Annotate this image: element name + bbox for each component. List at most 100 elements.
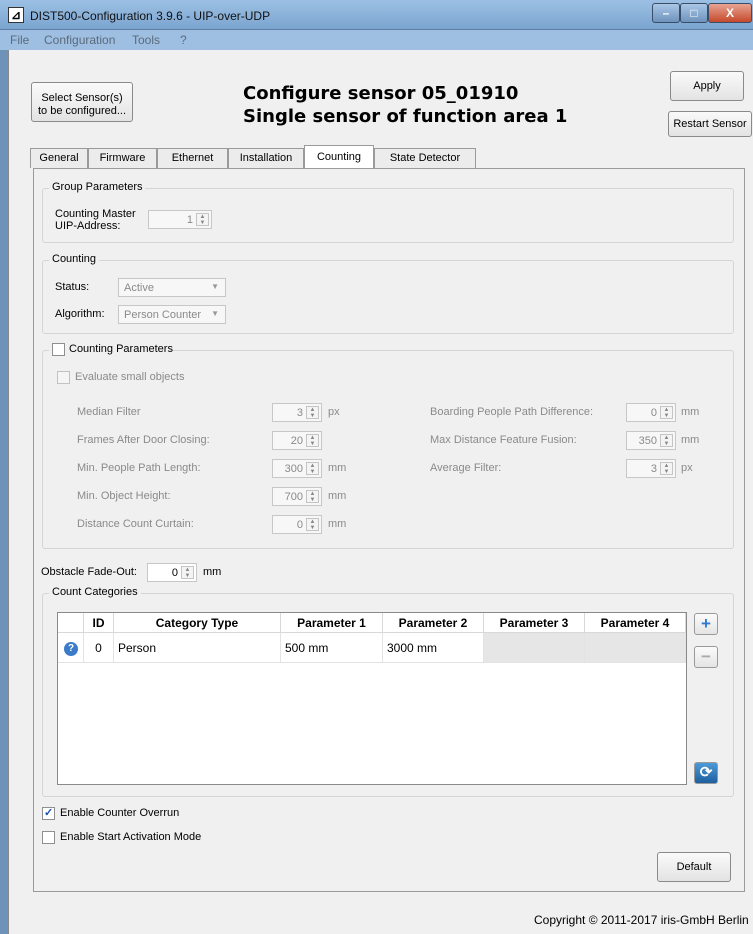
median-filter-label: Median Filter [77,406,141,418]
spin-arrows-icon[interactable]: ▲ ▼ [306,434,319,447]
evaluate-small-checkbox[interactable] [57,371,70,384]
obstacle-value: 0 [171,567,178,579]
distance-curtain-value: 0 [296,519,303,531]
spin-arrows-icon[interactable]: ▲ ▼ [306,462,319,475]
counter-overrun-label: Enable Counter Overrun [60,807,180,819]
min-height-unit: mm [328,490,347,502]
row-info-cell[interactable]: ? [58,633,84,663]
spin-arrows-icon[interactable]: ▲ ▼ [660,406,673,419]
table-header-category-type[interactable]: Category Type [114,613,281,633]
select-sensor-label-2: to be configured... [37,105,127,117]
spin-arrows-icon[interactable]: ▲ ▼ [181,566,194,579]
algorithm-select[interactable]: Person Counter ▼ [118,305,226,324]
default-button[interactable]: Default [657,852,731,882]
menu-help[interactable]: ? [180,33,187,47]
average-filter-spinbox[interactable]: 3 ▲ ▼ [626,459,676,478]
median-filter-value: 3 [296,407,303,419]
spin-arrows-icon[interactable]: ▲ ▼ [660,462,673,475]
spin-arrows-icon[interactable]: ▲ ▼ [306,518,319,531]
average-filter-value: 3 [650,463,657,475]
refresh-button[interactable]: ⟳ [694,762,718,784]
info-icon[interactable]: ? [64,641,78,656]
frames-after-value: 20 [290,435,303,447]
tab-installation[interactable]: Installation [228,148,304,168]
row-type-cell[interactable]: Person [114,633,281,663]
application-window: ⊿ DIST500-Configuration 3.9.6 - UIP-over… [0,0,753,934]
maximize-button[interactable]: □ [680,3,708,23]
menu-configuration[interactable]: Configuration [44,33,115,47]
row-id-cell[interactable]: 0 [84,633,114,663]
min-path-label: Min. People Path Length: [77,462,201,474]
distance-curtain-label: Distance Count Curtain: [77,518,194,530]
min-path-value: 300 [284,463,303,475]
status-select[interactable]: Active ▼ [118,278,226,297]
table-header-parameter-2[interactable]: Parameter 2 [383,613,484,633]
boarding-diff-label: Boarding People Path Difference: [430,406,594,418]
tab-general[interactable]: General [30,148,88,168]
master-address-spinbox[interactable]: 1 ▲ ▼ [148,210,212,229]
tab-firmware[interactable]: Firmware [88,148,157,168]
algorithm-value: Person Counter [124,309,202,321]
min-height-spinbox[interactable]: 700 ▲ ▼ [272,487,322,506]
obstacle-spinbox[interactable]: 0 ▲ ▼ [147,563,197,582]
remove-category-button[interactable]: − [694,646,718,668]
counting-title: Counting [49,253,100,265]
counting-params-title: Counting Parameters [69,343,173,355]
table-header-parameter-3[interactable]: Parameter 3 [484,613,585,633]
boarding-diff-spinbox[interactable]: 0 ▲ ▼ [626,403,676,422]
minimize-button[interactable]: – [652,3,680,23]
average-filter-unit: px [681,462,693,474]
row-param1-cell[interactable]: 500 mm [281,633,383,663]
max-distance-spinbox[interactable]: 350 ▲ ▼ [626,431,676,450]
row-param3-cell[interactable] [484,633,585,663]
boarding-diff-value: 0 [650,407,657,419]
median-filter-spinbox[interactable]: 3 ▲ ▼ [272,403,322,422]
select-sensor-label-1: Select Sensor(s) [41,92,123,104]
group-parameters-box [42,188,734,243]
table-header-parameter-1[interactable]: Parameter 1 [281,613,383,633]
add-category-button[interactable]: + [694,613,718,635]
title-bar[interactable]: ⊿ DIST500-Configuration 3.9.6 - UIP-over… [0,0,753,30]
obstacle-label: Obstacle Fade-Out: [41,566,137,578]
spin-arrows-icon[interactable]: ▲ ▼ [306,406,319,419]
row-param4-cell[interactable] [585,633,686,663]
select-sensor-button[interactable]: Select Sensor(s) to be configured... [31,82,133,122]
average-filter-label: Average Filter: [430,462,502,474]
table-header-parameter-4[interactable]: Parameter 4 [585,613,686,633]
frames-after-label: Frames After Door Closing: [77,434,210,446]
menu-file[interactable]: File [10,33,29,47]
counting-params-checkbox[interactable] [52,343,65,356]
apply-button[interactable]: Apply [670,71,744,101]
tab-state-detector[interactable]: State Detector [374,148,476,168]
close-button[interactable]: X [708,3,752,23]
algorithm-label: Algorithm: [55,308,105,320]
restart-sensor-button[interactable]: Restart Sensor [668,111,752,137]
frames-after-spinbox[interactable]: 20 ▲ ▼ [272,431,322,450]
max-distance-label: Max Distance Feature Fusion: [430,434,577,446]
max-distance-unit: mm [681,434,700,446]
min-path-spinbox[interactable]: 300 ▲ ▼ [272,459,322,478]
start-activation-checkbox[interactable] [42,831,55,844]
min-path-unit: mm [328,462,347,474]
page-title: Configure sensor 05_01910 [243,83,519,104]
window-title: DIST500-Configuration 3.9.6 - UIP-over-U… [30,9,271,23]
plus-icon: + [701,614,711,633]
status-label: Status: [55,281,90,293]
table-header-id[interactable]: ID [84,613,114,633]
status-value: Active [124,282,154,294]
max-distance-value: 350 [638,435,657,447]
distance-curtain-spinbox[interactable]: 0 ▲ ▼ [272,515,322,534]
tab-counting[interactable]: Counting [304,145,374,169]
tab-ethernet[interactable]: Ethernet [157,148,228,168]
menu-tools[interactable]: Tools [132,33,160,47]
spin-arrows-icon[interactable]: ▲ ▼ [306,490,319,503]
spin-arrows-icon[interactable]: ▲ ▼ [196,213,209,226]
spin-arrows-icon[interactable]: ▲ ▼ [660,434,673,447]
categories-table[interactable]: ID Category Type Parameter 1 Parameter 2… [57,612,687,785]
group-parameters-title: Group Parameters [49,181,146,193]
row-param2-cell[interactable]: 3000 mm [383,633,484,663]
counter-overrun-checkbox[interactable] [42,806,55,820]
chevron-down-icon: ▼ [211,309,219,318]
min-height-value: 700 [284,491,303,503]
evaluate-small-label: Evaluate small objects [75,371,185,383]
